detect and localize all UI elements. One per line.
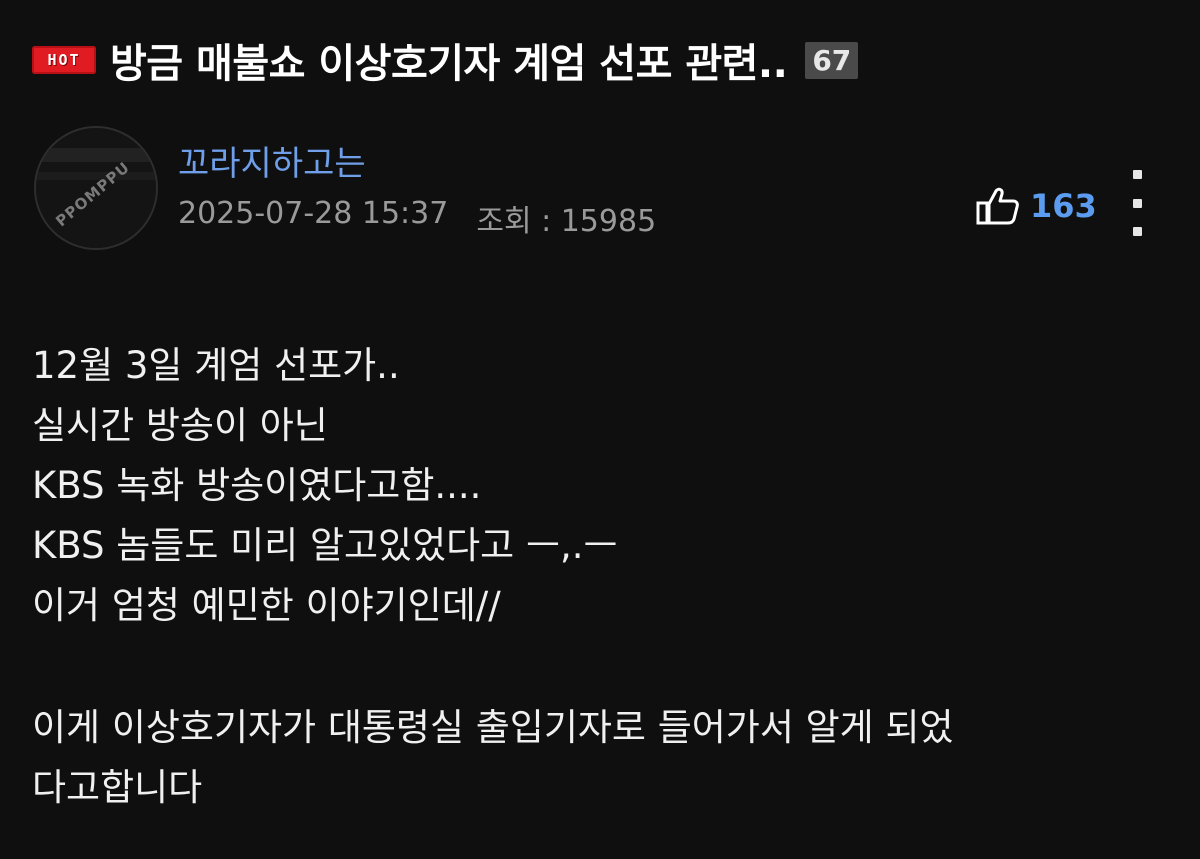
avatar-image: PPOMPPU: [36, 128, 156, 248]
body-line: 실시간 방송이 아닌: [32, 404, 328, 447]
post-header: HOT 방금 매불쇼 이상호기자 계엄 선포 관련.. 67: [32, 28, 859, 92]
like-button[interactable]: 163: [976, 186, 1097, 226]
like-count: 163: [1030, 187, 1097, 225]
thumbs-up-icon: [976, 187, 1019, 225]
post-meta: 2025-07-28 15:37 조회 : 15985: [178, 196, 656, 240]
author-name[interactable]: 꼬라지하고는: [178, 136, 366, 185]
more-dot: [1132, 170, 1142, 179]
more-dot: [1132, 198, 1142, 208]
post-date: 2025-07-28 15:37: [178, 196, 449, 231]
avatar[interactable]: PPOMPPU: [34, 126, 158, 250]
body-line: 이게 이상호기자가 대통령실 출입기자로 들어가서 알게 되었: [32, 706, 954, 749]
body-line: KBS 녹화 방송이였다고함....: [32, 464, 482, 507]
more-vertical-icon[interactable]: [1122, 170, 1152, 236]
hot-badge: HOT: [32, 46, 96, 74]
post-title: 방금 매불쇼 이상호기자 계엄 선포 관련..: [110, 41, 788, 87]
post-body: 12월 3일 계엄 선포가.. 실시간 방송이 아닌 KBS 녹화 방송이였다고…: [32, 336, 1172, 818]
hot-badge-label: HOT: [47, 51, 81, 69]
body-line: 이거 엄청 예민한 이야기인데//: [32, 584, 501, 627]
body-line: 다고합니다: [32, 766, 203, 809]
more-dot: [1132, 227, 1142, 236]
comment-count-badge[interactable]: 67: [805, 41, 859, 79]
view-count: 조회 : 15985: [476, 204, 657, 239]
body-line: KBS 놈들도 미리 알고있었다고 ㅡ,.ㅡ: [32, 524, 618, 567]
body-line: 12월 3일 계엄 선포가..: [32, 344, 400, 387]
